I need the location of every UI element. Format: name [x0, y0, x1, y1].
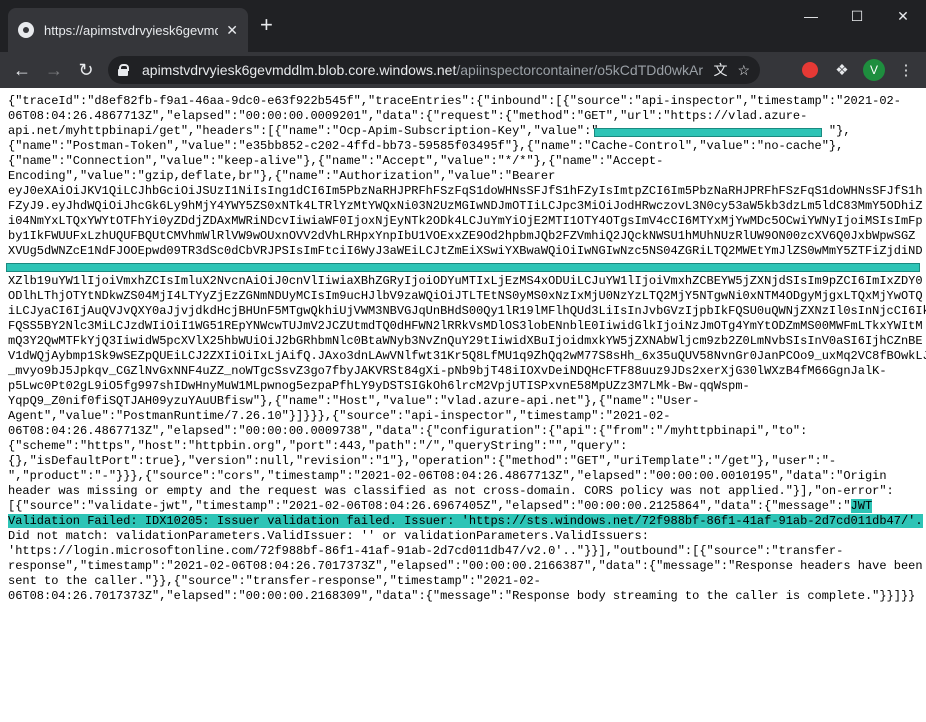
json-line: {},"isDefaultPort":true},"version":null,… — [8, 454, 837, 468]
address-bar[interactable]: apimstvdrvyiesk6gevmddlm.blob.core.windo… — [108, 56, 760, 84]
json-line: {"scheme":"https","host":"httpbin.org","… — [8, 439, 628, 453]
json-line: eyJ0eXAiOiJKV1QiLCJhbGciOiJSUzI1NiIsIng1… — [8, 184, 923, 198]
menu-kebab-icon[interactable]: ⋮ — [892, 56, 920, 84]
maximize-icon[interactable]: ☐ — [834, 0, 880, 32]
redaction-bar — [594, 128, 822, 137]
tab-strip: https://apimstvdrvyiesk6gevmddl ✕ + — ☐ … — [0, 0, 926, 52]
hand-extension-icon[interactable] — [796, 56, 824, 84]
json-line: {"name":"Connection","value":"keep-alive… — [8, 154, 664, 168]
close-tab-icon[interactable]: ✕ — [226, 22, 238, 39]
json-line: XVUg5dWNZcE1NdFJOOEpwd09TR3dSc0dCbVRJPSI… — [8, 244, 923, 258]
json-line: Encoding","value":"gzip,deflate,br"},{"n… — [8, 169, 556, 183]
highlighted-error-text: JWT — [850, 499, 873, 513]
json-line: FZyJ9.eyJhdWQiOiJhcGk6Ly9hMjY4YWY5ZS0xNT… — [8, 199, 923, 213]
json-line: [{"source":"validate-jwt","timestamp":"2… — [8, 499, 873, 513]
forward-arrow-icon[interactable]: → — [38, 54, 70, 86]
json-line: {"traceId":"d8ef82fb-f9a1-46aa-9dc0-e63f… — [8, 94, 901, 108]
page-content: {"traceId":"d8ef82fb-f9a1-46aa-9dc0-e63f… — [0, 88, 926, 604]
browser-toolbar: ← → ↻ apimstvdrvyiesk6gevmddlm.blob.core… — [0, 52, 926, 88]
highlighted-error-text: Validation Failed: IDX10205: Issuer vali… — [8, 514, 923, 528]
avatar-letter: V — [863, 59, 885, 81]
json-line: FQSS5BY2Nlc3MiLCJzdWIiOiI1WG51REpYNWcwTU… — [8, 319, 923, 333]
json-line: by1IkFWUUFxLzhUQUFBQUtCMVhmWlRlVW9wOUxnO… — [8, 229, 916, 243]
window-controls: — ☐ ✕ — [788, 0, 926, 32]
json-line: _mvyo9bJ5Jpkqv_CGZlNvGxNNF4uZZ_noWTgcSsv… — [8, 364, 887, 378]
json-line: YqpQ9_Z0nif0fiSQTJAH09yzuYAuUBfisw"},{"n… — [8, 394, 700, 408]
url-host: apimstvdrvyiesk6gevmddlm.blob.core.windo… — [142, 62, 457, 78]
url-path: /apiinspectorcontainer/o5kCdTDd0wkAr... — [456, 62, 704, 78]
json-line: {"name":"Postman-Token","value":"e35bb85… — [8, 139, 844, 153]
url-text[interactable]: apimstvdrvyiesk6gevmddlm.blob.core.windo… — [142, 62, 703, 78]
translate-icon[interactable]: 文 — [713, 60, 727, 80]
json-line: Agent","value":"PostmanRuntime/7.26.10"}… — [8, 409, 671, 423]
globe-icon — [18, 22, 34, 38]
active-tab[interactable]: https://apimstvdrvyiesk6gevmddl ✕ — [8, 8, 248, 52]
json-line: p5Lwc0Pt02gL9iO5fg997shIDwHnyMuW1MLpwnog… — [8, 379, 750, 393]
json-line: XZlb19uYW1lIjoiVmxhZCIsImluX2NvcnAiOiJ0c… — [8, 274, 923, 288]
json-line: Validation Failed: IDX10205: Issuer vali… — [8, 514, 923, 529]
json-line: sent to the caller."}},{"source":"transf… — [8, 574, 541, 588]
json-line: Did not match: validationParameters.Vali… — [8, 529, 649, 543]
json-line: 06T08:04:26.4867713Z","elapsed":"00:00:0… — [8, 109, 808, 123]
json-line: i04NmYxLTQxYWYtOTFhYi0yZDdjZDAxMWRiNDcvI… — [8, 214, 923, 228]
json-line: ODlhLThjOTYtNDkwZS04MjI4LTYyZjEzZGNmNDUy… — [8, 289, 923, 303]
puzzle-extensions-icon[interactable]: ❖ — [828, 56, 856, 84]
profile-avatar[interactable]: V — [860, 56, 888, 84]
json-body: {"traceId":"d8ef82fb-f9a1-46aa-9dc0-e63f… — [0, 88, 926, 604]
json-line: response","timestamp":"2021-02-06T08:04:… — [8, 559, 923, 573]
extensions-area: ❖ V ⋮ — [792, 56, 920, 84]
json-line: mQ3Y2QwMTFkYjQ3IiwidW5pcXVlX25hbWUiOiJ2b… — [8, 334, 923, 348]
json-line: 06T08:04:26.4867713Z","elapsed":"00:00:0… — [8, 424, 808, 438]
bookmark-star-icon[interactable]: ☆ — [737, 62, 750, 79]
redaction-bar — [6, 263, 920, 272]
lock-icon[interactable] — [118, 64, 129, 76]
json-line: V1dWQjAybmp1Sk9wSEZpQUEiLCJ2ZXIiOiIxLjAi… — [8, 349, 926, 363]
new-tab-button[interactable]: + — [260, 14, 273, 36]
json-line: 'https://login.microsoftonline.com/72f98… — [8, 544, 844, 558]
json-line: header was missing or empty and the requ… — [8, 484, 894, 498]
close-window-icon[interactable]: ✕ — [880, 0, 926, 32]
reload-icon[interactable]: ↻ — [70, 54, 102, 86]
json-line: iLCJyaCI6IjAuQVJvQXY0aJjvjdkdHcjBHUnF5MT… — [8, 304, 926, 318]
tab-title: https://apimstvdrvyiesk6gevmddl — [44, 22, 219, 38]
minimize-icon[interactable]: — — [788, 0, 834, 32]
json-line: ","product":"-"}}},{"source":"cors","tim… — [8, 469, 887, 483]
json-line: 06T08:04:26.7017373Z","elapsed":"00:00:0… — [8, 589, 916, 603]
back-arrow-icon[interactable]: ← — [6, 54, 38, 86]
